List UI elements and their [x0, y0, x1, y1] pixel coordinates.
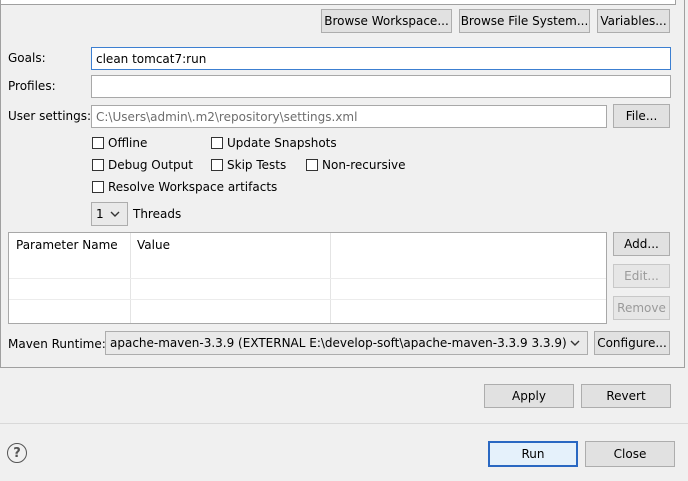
variables-button[interactable]: Variables... [597, 9, 670, 33]
footer-divider [0, 423, 688, 424]
update-snapshots-checkbox-box[interactable] [211, 137, 223, 149]
profiles-input[interactable] [91, 75, 671, 98]
resolve-workspace-checkbox[interactable]: Resolve Workspace artifacts [92, 180, 277, 194]
offline-checkbox-label: Offline [108, 136, 148, 150]
base-directory-area [0, 0, 676, 5]
help-glyph: ? [13, 445, 21, 461]
revert-button[interactable]: Revert [581, 384, 671, 408]
maven-runtime-select[interactable]: apache-maven-3.3.9 (EXTERNAL E:\develop-… [105, 331, 588, 355]
chevron-down-icon [570, 339, 580, 350]
offline-checkbox[interactable]: Offline [92, 136, 147, 150]
goals-label: Goals: [8, 51, 46, 65]
skip-tests-checkbox-label: Skip Tests [227, 158, 287, 172]
skip-tests-checkbox[interactable]: Skip Tests [211, 158, 286, 172]
help-icon[interactable]: ? [7, 443, 27, 463]
browse-workspace-button[interactable]: Browse Workspace... [321, 9, 452, 33]
table-row [9, 278, 606, 279]
debug-output-checkbox-label: Debug Output [108, 158, 193, 172]
configure-runtime-button[interactable]: Configure... [594, 331, 670, 355]
resolve-workspace-checkbox-label: Resolve Workspace artifacts [108, 180, 278, 194]
parameters-table[interactable]: Parameter Name Value [8, 232, 607, 324]
user-settings-label: User settings: [8, 109, 92, 123]
column-header-parameter-name[interactable]: Parameter Name [9, 233, 130, 257]
update-snapshots-checkbox-label: Update Snapshots [227, 136, 337, 150]
resolve-workspace-checkbox-box[interactable] [92, 181, 104, 193]
maven-runtime-value: apache-maven-3.3.9 (EXTERNAL E:\develop-… [110, 336, 567, 350]
offline-checkbox-box[interactable] [92, 137, 104, 149]
user-settings-file-button[interactable]: File... [613, 104, 670, 128]
edit-parameter-button[interactable]: Edit... [613, 264, 670, 288]
non-recursive-checkbox[interactable]: Non-recursive [306, 158, 406, 172]
goals-input[interactable]: clean tomcat7:run [91, 47, 671, 70]
close-button[interactable]: Close [585, 441, 675, 467]
column-header-value[interactable]: Value [130, 233, 330, 257]
chevron-down-icon [110, 210, 120, 221]
update-snapshots-checkbox[interactable]: Update Snapshots [211, 136, 337, 150]
profiles-label: Profiles: [8, 79, 56, 93]
maven-runtime-label: Maven Runtime: [8, 337, 106, 351]
skip-tests-checkbox-box[interactable] [211, 159, 223, 171]
threads-select[interactable]: 1 [91, 202, 128, 226]
debug-output-checkbox-box[interactable] [92, 159, 104, 171]
add-parameter-button[interactable]: Add... [613, 232, 670, 256]
browse-file-system-button[interactable]: Browse File System... [459, 9, 590, 33]
user-settings-input[interactable]: C:\Users\admin\.m2\repository\settings.x… [91, 105, 607, 128]
run-button[interactable]: Run [488, 441, 578, 467]
debug-output-checkbox[interactable]: Debug Output [92, 158, 193, 172]
non-recursive-checkbox-box[interactable] [306, 159, 318, 171]
threads-label: Threads [133, 207, 182, 221]
table-row [9, 299, 606, 300]
non-recursive-checkbox-label: Non-recursive [322, 158, 406, 172]
remove-parameter-button[interactable]: Remove [613, 296, 670, 320]
apply-button[interactable]: Apply [484, 384, 574, 408]
threads-value: 1 [96, 207, 104, 221]
